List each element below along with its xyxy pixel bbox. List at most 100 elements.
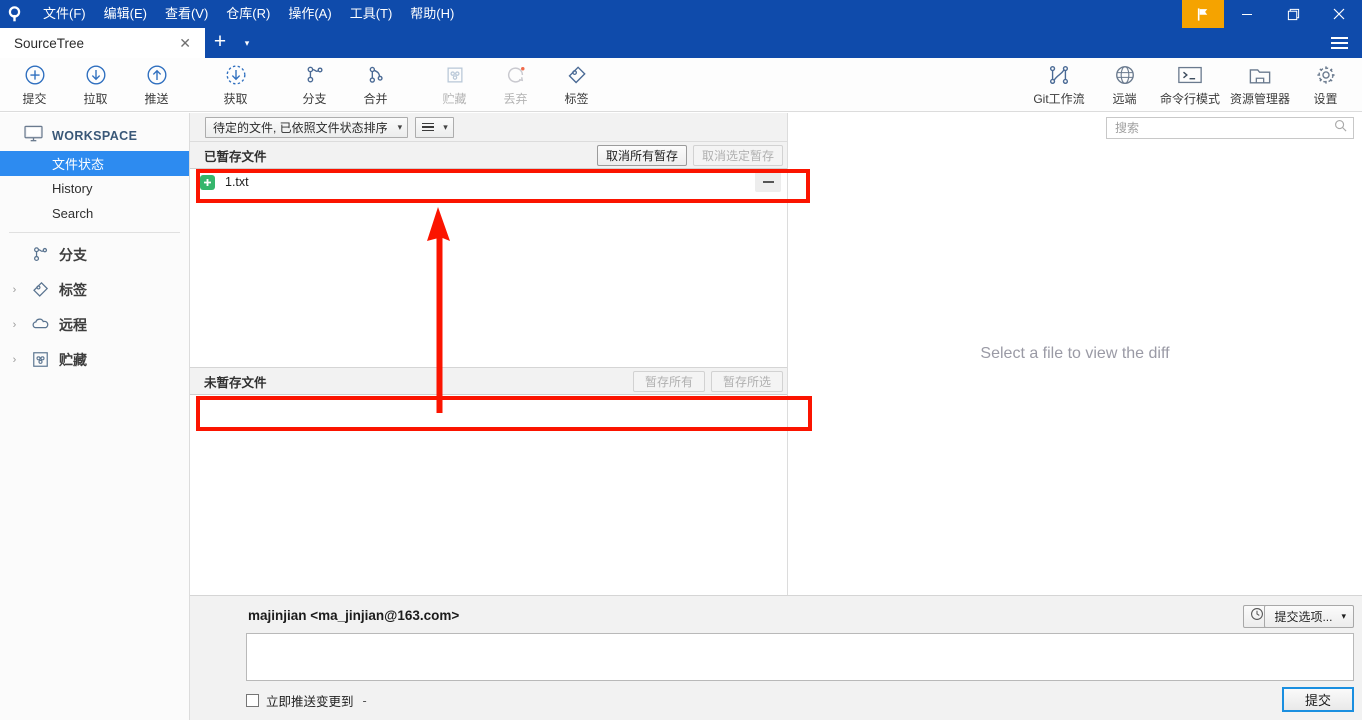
sidebar-divider bbox=[9, 232, 180, 233]
toolbar-tag-button[interactable]: 标签 bbox=[546, 59, 607, 111]
sidebar-item-history[interactable]: History bbox=[0, 176, 189, 201]
commit-button[interactable]: 提交 bbox=[1282, 687, 1354, 712]
branch-icon bbox=[304, 63, 326, 87]
unstaged-section-title: 未暂存文件 bbox=[204, 375, 267, 390]
pull-down-arrow-circle-icon bbox=[85, 63, 107, 87]
staged-section-header: 已暂存文件 取消所有暂存 取消选定暂存 bbox=[190, 142, 787, 169]
commit-options-label: 提交选项... bbox=[1274, 610, 1333, 624]
toolbar-settings-button[interactable]: 设置 bbox=[1295, 59, 1356, 111]
discard-reset-icon bbox=[505, 63, 527, 87]
toolbar-push-label: 推送 bbox=[144, 91, 169, 106]
push-immediately-checkbox[interactable] bbox=[246, 694, 259, 707]
sidebar-group-label: 远程 bbox=[59, 316, 87, 333]
tab-close-icon[interactable]: ✕ bbox=[173, 35, 197, 52]
menu-edit[interactable]: 编辑(E) bbox=[95, 0, 156, 28]
toolbar-pull-button[interactable]: 拉取 bbox=[65, 59, 126, 111]
toolbar-branch-button[interactable]: 分支 bbox=[284, 59, 345, 111]
toolbar-terminal-button[interactable]: 命令行模式 bbox=[1155, 59, 1225, 111]
terminal-icon bbox=[1177, 63, 1203, 87]
sort-order-dropdown[interactable]: 待定的文件, 已依照文件状态排序 ▾ bbox=[205, 116, 409, 138]
toolbar-remote-label: 远端 bbox=[1112, 92, 1137, 106]
flag-icon[interactable] bbox=[1182, 0, 1224, 28]
sidebar-group-tags[interactable]: › 标签 bbox=[0, 272, 189, 307]
menu-help[interactable]: 帮助(H) bbox=[401, 0, 463, 28]
stash-box-icon bbox=[444, 63, 466, 87]
unstage-all-button[interactable]: 取消所有暂存 bbox=[596, 144, 687, 166]
toolbar-discard-button[interactable]: 丢弃 bbox=[485, 59, 546, 111]
app-logo-icon bbox=[0, 0, 28, 28]
minus-unstage-icon[interactable] bbox=[755, 172, 781, 192]
maximize-icon[interactable] bbox=[1270, 0, 1316, 28]
branch-icon bbox=[28, 245, 52, 264]
sidebar-group-label: 标签 bbox=[59, 281, 87, 298]
menu-file[interactable]: 文件(F) bbox=[34, 0, 95, 28]
globe-remote-icon bbox=[1114, 63, 1136, 87]
hamburger-menu-icon[interactable] bbox=[1324, 32, 1354, 54]
stage-all-button[interactable]: 暂存所有 bbox=[633, 370, 705, 392]
commit-button-label: 提交 bbox=[1304, 693, 1331, 708]
unstage-selected-button[interactable]: 取消选定暂存 bbox=[692, 144, 783, 166]
sidebar-group-stashes[interactable]: › 贮藏 bbox=[0, 342, 189, 377]
commit-area: majinjian <ma_jinjian@163.com> 提交选项... ▾… bbox=[190, 595, 1362, 720]
unstaged-file-list[interactable] bbox=[190, 395, 787, 620]
sidebar-group-remotes[interactable]: › 远程 bbox=[0, 307, 189, 342]
title-bar: 文件(F) 编辑(E) 查看(V) 仓库(R) 操作(A) 工具(T) 帮助(H… bbox=[0, 0, 1362, 28]
chevron-right-icon[interactable]: › bbox=[8, 284, 21, 296]
unstage-selected-label: 取消选定暂存 bbox=[701, 148, 774, 163]
toolbar-right-group: Git工作流 远端 命令行模式 资源管理器 设置 bbox=[1024, 58, 1356, 112]
toolbar-pull-label: 拉取 bbox=[83, 91, 108, 106]
minimize-icon[interactable] bbox=[1224, 0, 1270, 28]
stage-selected-label: 暂存所选 bbox=[722, 374, 771, 389]
staged-file-list[interactable]: 1.txt bbox=[190, 169, 787, 367]
gitflow-icon bbox=[1047, 63, 1071, 87]
toolbar-branch-label: 分支 bbox=[302, 91, 327, 106]
toolbar-stash-button[interactable]: 贮藏 bbox=[424, 59, 485, 111]
toolbar-gitflow-button[interactable]: Git工作流 bbox=[1024, 59, 1094, 111]
chevron-down-icon: ▾ bbox=[397, 121, 403, 132]
tab-sourcetree[interactable]: SourceTree ✕ bbox=[0, 28, 205, 58]
chevron-right-icon[interactable]: › bbox=[8, 354, 21, 366]
tag-icon bbox=[566, 63, 588, 87]
search-input[interactable] bbox=[1115, 121, 1334, 135]
chevron-down-icon: ▾ bbox=[443, 121, 448, 132]
search-box[interactable] bbox=[1106, 117, 1354, 139]
sidebar-item-label: 文件状态 bbox=[52, 157, 105, 172]
view-mode-dropdown[interactable]: ▾ bbox=[415, 116, 454, 138]
commit-message-input[interactable] bbox=[246, 633, 1354, 681]
toolbar-explorer-button[interactable]: 资源管理器 bbox=[1225, 59, 1295, 111]
toolbar-fetch-button[interactable]: 获取 bbox=[205, 59, 266, 111]
chevron-right-icon[interactable]: › bbox=[8, 319, 21, 331]
toolbar-merge-button[interactable]: 合并 bbox=[345, 59, 406, 111]
cloud-remote-icon bbox=[28, 315, 52, 334]
push-up-arrow-circle-icon bbox=[146, 63, 168, 87]
toolbar-push-button[interactable]: 推送 bbox=[126, 59, 187, 111]
close-icon[interactable] bbox=[1316, 0, 1362, 28]
sidebar-group-branches[interactable]: 分支 bbox=[0, 237, 189, 272]
sidebar-workspace-header[interactable]: WORKSPACE bbox=[0, 121, 189, 151]
menu-view[interactable]: 查看(V) bbox=[156, 0, 217, 28]
menu-tools[interactable]: 工具(T) bbox=[341, 0, 402, 28]
new-tab-dropdown-icon[interactable]: ▾ bbox=[235, 28, 259, 58]
toolbar-commit-label: 提交 bbox=[22, 91, 47, 106]
commit-author: majinjian <ma_jinjian@163.com> bbox=[248, 608, 460, 623]
table-row[interactable]: 1.txt bbox=[190, 169, 787, 195]
new-tab-button[interactable]: + bbox=[205, 28, 235, 58]
search-icon[interactable] bbox=[1334, 119, 1347, 137]
menu-repository[interactable]: 仓库(R) bbox=[217, 0, 279, 28]
toolbar-remote-button[interactable]: 远端 bbox=[1094, 59, 1155, 111]
sort-order-value: 待定的文件, 已依照文件状态排序 bbox=[213, 120, 388, 135]
sidebar-item-search[interactable]: Search bbox=[0, 201, 189, 226]
toolbar-settings-label: 设置 bbox=[1313, 92, 1338, 106]
stage-selected-button[interactable]: 暂存所选 bbox=[711, 370, 783, 392]
toolbar-tag-label: 标签 bbox=[564, 91, 589, 106]
commit-options-button[interactable]: 提交选项... ▾ bbox=[1264, 605, 1354, 628]
toolbar-commit-button[interactable]: 提交 bbox=[4, 59, 65, 111]
sidebar-group-label: 分支 bbox=[59, 246, 87, 263]
fetch-dashed-circle-icon bbox=[225, 63, 247, 87]
gear-settings-icon bbox=[1315, 63, 1337, 87]
toolbar-discard-label: 丢弃 bbox=[503, 91, 528, 106]
tab-label: SourceTree bbox=[14, 35, 85, 51]
push-immediately-row[interactable]: 立即推送变更到 - bbox=[246, 691, 367, 710]
menu-actions[interactable]: 操作(A) bbox=[279, 0, 340, 28]
sidebar-item-file-status[interactable]: 文件状态 bbox=[0, 151, 189, 176]
